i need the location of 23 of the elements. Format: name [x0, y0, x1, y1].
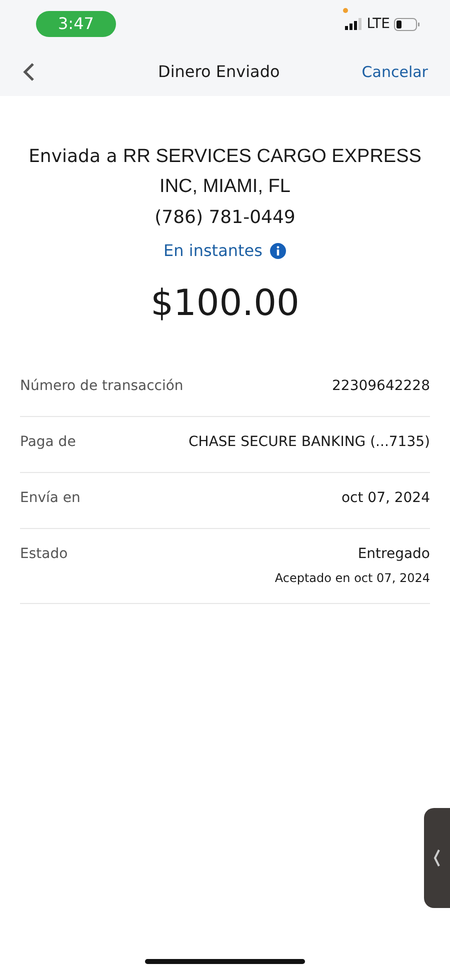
- battery-icon: [394, 18, 420, 30]
- speed-label: En instantes: [164, 240, 262, 262]
- network-label: LTE: [366, 14, 390, 34]
- chevron-left-icon: [22, 62, 36, 82]
- detail-label: Paga de: [20, 433, 76, 452]
- detail-label: Número de transacción: [20, 377, 184, 396]
- signal-icon: [344, 18, 363, 30]
- detail-label: Estado: [20, 545, 68, 564]
- status-time: 3:47: [36, 11, 116, 37]
- detail-value: CHASE SECURE BANKING (...7135): [188, 433, 430, 452]
- amount: $100.00: [150, 282, 300, 326]
- info-icon[interactable]: [270, 243, 286, 259]
- detail-value: 22309642228: [332, 377, 430, 396]
- cancel-button[interactable]: Cancelar: [362, 60, 428, 84]
- detail-label: Envía en: [20, 489, 80, 508]
- side-handle[interactable]: [424, 808, 450, 908]
- recipient-text: Enviada a RR SERVICES CARGO EXPRESS INC, MIAMI, FL: [28, 145, 422, 199]
- detail-note: Aceptado en oct 07, 2024: [274, 570, 430, 587]
- chevron-left-icon: [433, 848, 441, 868]
- phone-number: (786) 781-0449: [154, 206, 296, 230]
- detail-value: Entregado: [358, 545, 430, 564]
- page-title: Dinero Enviado: [158, 61, 280, 83]
- detail-value: oct 07, 2024: [341, 489, 430, 508]
